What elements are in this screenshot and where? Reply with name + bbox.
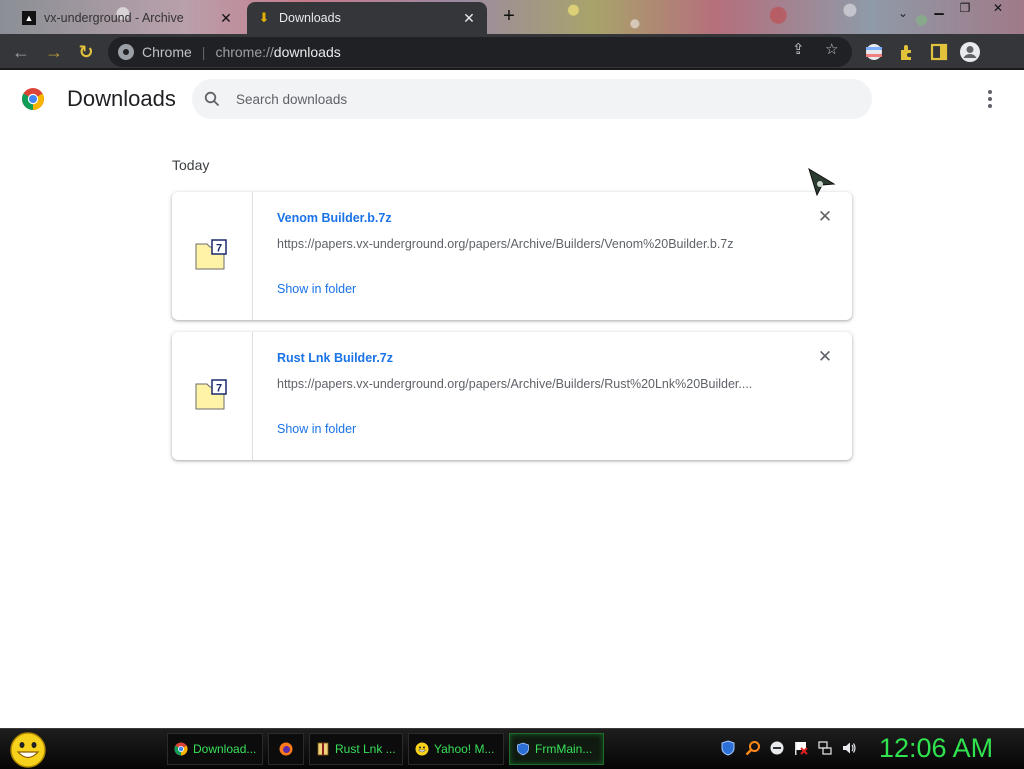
chrome-icon bbox=[174, 742, 188, 756]
taskbar-button-chrome[interactable]: Download... bbox=[167, 733, 263, 765]
new-tab-button[interactable]: + bbox=[498, 5, 520, 27]
back-button[interactable]: ← bbox=[9, 40, 33, 64]
tray-flag-icon[interactable] bbox=[793, 740, 809, 756]
search-downloads-input[interactable] bbox=[234, 90, 798, 108]
start-smiley-icon[interactable] bbox=[9, 731, 47, 769]
tray-search-icon[interactable] bbox=[745, 740, 761, 756]
show-in-folder-link[interactable]: Show in folder bbox=[277, 422, 356, 436]
browser-toolbar: ← → ↻ Chrome | chrome:// downloads ⇪ ☆ bbox=[0, 34, 1024, 70]
taskbar-button-label: Download... bbox=[193, 742, 257, 756]
tray-network-icon[interactable] bbox=[817, 740, 833, 756]
remove-download-icon[interactable]: ✕ bbox=[816, 348, 834, 366]
omnibox-chip-label: Chrome bbox=[142, 44, 192, 60]
archive-icon bbox=[317, 742, 329, 756]
file-icon-column: 7 bbox=[172, 332, 253, 460]
minimize-button[interactable]: ▁ bbox=[928, 0, 950, 18]
download-filename-link[interactable]: Rust Lnk Builder.7z bbox=[277, 351, 393, 365]
date-section-label: Today bbox=[172, 157, 210, 173]
firefox-icon bbox=[279, 742, 293, 756]
tray-volume-icon[interactable] bbox=[841, 740, 857, 756]
download-filename-link[interactable]: Venom Builder.b.7z bbox=[277, 211, 392, 225]
download-item: 7 Venom Builder.b.7z https://papers.vx-u… bbox=[172, 192, 852, 320]
url-scheme: chrome:// bbox=[215, 44, 274, 60]
7z-archive-icon: 7 bbox=[195, 379, 227, 410]
close-tab-icon[interactable]: ✕ bbox=[461, 10, 477, 27]
taskbar-button-frmmain[interactable]: FrmMain... bbox=[509, 733, 604, 765]
search-bar[interactable] bbox=[192, 79, 872, 119]
extensions-puzzle-icon[interactable] bbox=[897, 42, 917, 62]
7z-archive-icon: 7 bbox=[195, 239, 227, 270]
taskbar-clock: 12:06 AM bbox=[879, 733, 994, 763]
mouse-cursor-icon bbox=[808, 168, 836, 196]
side-panel-icon[interactable] bbox=[929, 42, 949, 62]
profile-avatar-icon[interactable] bbox=[959, 41, 981, 63]
restore-button[interactable]: ❐ bbox=[954, 0, 976, 18]
reload-button[interactable]: ↻ bbox=[74, 40, 98, 64]
close-tab-icon[interactable]: ✕ bbox=[218, 10, 234, 27]
tab-vx-underground[interactable]: ▲ vx-underground - Archive ✕ bbox=[12, 2, 244, 34]
show-in-folder-link[interactable]: Show in folder bbox=[277, 282, 356, 296]
taskbar-button-yahoo[interactable]: Yahoo! M... bbox=[408, 733, 504, 765]
page-title: Downloads bbox=[67, 86, 176, 111]
chrome-logo-icon bbox=[22, 88, 44, 110]
more-options-icon[interactable] bbox=[980, 88, 1000, 110]
bookmark-star-icon[interactable]: ☆ bbox=[825, 40, 838, 58]
forward-button[interactable]: → bbox=[42, 40, 66, 64]
search-icon bbox=[204, 91, 220, 107]
taskbar-button-firefox[interactable] bbox=[268, 733, 304, 765]
tray-shield-icon[interactable] bbox=[720, 740, 736, 756]
tray-messenger-icon[interactable] bbox=[769, 740, 785, 756]
omnibox-separator: | bbox=[201, 44, 206, 60]
window-close-button[interactable]: ✕ bbox=[987, 0, 1009, 18]
taskbar-button-archive[interactable]: Rust Lnk ... bbox=[309, 733, 403, 765]
taskbar-button-label: FrmMain... bbox=[535, 742, 593, 756]
remove-download-icon[interactable]: ✕ bbox=[816, 208, 834, 226]
download-source-url[interactable]: https://papers.vx-underground.org/papers… bbox=[277, 377, 777, 391]
taskbar: Download... Rust Lnk ... Yahoo! M... Frm… bbox=[0, 728, 1024, 769]
omnibox[interactable]: Chrome | chrome:// downloads bbox=[108, 37, 852, 67]
tab-title: vx-underground - Archive bbox=[44, 11, 184, 25]
svg-text:7: 7 bbox=[216, 383, 222, 395]
tab-strip: ▲ vx-underground - Archive ✕ ⬇ Downloads… bbox=[0, 0, 1024, 34]
tab-search-chevron-icon[interactable]: ⌄ bbox=[898, 6, 908, 20]
download-favicon-icon: ⬇ bbox=[258, 10, 270, 25]
tab-title: Downloads bbox=[279, 11, 341, 25]
share-icon[interactable]: ⇪ bbox=[792, 40, 805, 58]
file-icon-column: 7 bbox=[172, 192, 253, 320]
download-source-url[interactable]: https://papers.vx-underground.org/papers… bbox=[277, 237, 777, 251]
svg-text:7: 7 bbox=[216, 243, 222, 255]
url-host: downloads bbox=[273, 44, 341, 60]
tab-downloads[interactable]: ⬇ Downloads ✕ bbox=[247, 2, 487, 34]
vx-favicon-icon: ▲ bbox=[22, 11, 36, 25]
taskbar-button-label: Rust Lnk ... bbox=[335, 742, 396, 756]
flag-extension-icon[interactable] bbox=[864, 42, 884, 62]
download-item: 7 Rust Lnk Builder.7z https://papers.vx-… bbox=[172, 332, 852, 460]
chrome-page-icon bbox=[118, 44, 134, 60]
shield-icon bbox=[517, 742, 529, 756]
yahoo-messenger-icon bbox=[415, 742, 429, 756]
taskbar-button-label: Yahoo! M... bbox=[434, 742, 495, 756]
